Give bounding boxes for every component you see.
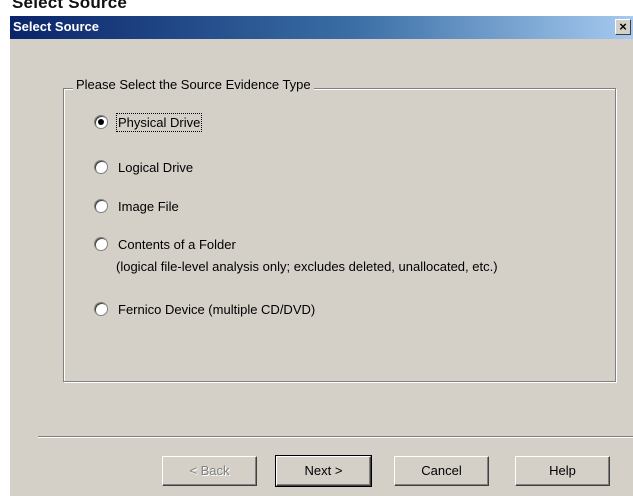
cancel-button[interactable]: Cancel: [394, 456, 489, 486]
radio-unselected-icon[interactable]: [94, 199, 108, 213]
groupbox-legend: Please Select the Source Evidence Type: [73, 77, 314, 92]
radio-image-file[interactable]: Image File: [94, 197, 179, 215]
radio-unselected-icon[interactable]: [94, 302, 108, 316]
help-button[interactable]: Help: [515, 456, 610, 486]
folder-option-note: (logical file-level analysis only; exclu…: [116, 259, 498, 274]
radio-contents-of-folder[interactable]: Contents of a Folder: [94, 235, 236, 253]
button-separator: [38, 436, 633, 438]
radio-label-image-file[interactable]: Image File: [118, 199, 179, 214]
close-button[interactable]: ×: [615, 19, 631, 35]
radio-physical-drive[interactable]: Physical Drive: [94, 112, 203, 132]
page-caption: Select Source: [12, 0, 128, 12]
dialog-title: Select Source: [13, 19, 99, 34]
radio-label-logical-drive[interactable]: Logical Drive: [118, 160, 193, 175]
page-caption-strip: Select Source: [0, 0, 633, 16]
back-button[interactable]: < Back: [162, 456, 257, 486]
radio-selected-icon[interactable]: [94, 115, 108, 129]
select-source-dialog: Select Source × Please Select the Source…: [10, 16, 633, 496]
radio-label-physical-drive[interactable]: Physical Drive: [115, 112, 203, 132]
dialog-titlebar[interactable]: Select Source ×: [10, 16, 633, 39]
radio-unselected-icon[interactable]: [94, 237, 108, 251]
radio-fernico-device[interactable]: Fernico Device (multiple CD/DVD): [94, 300, 315, 318]
radio-unselected-icon[interactable]: [94, 160, 108, 174]
radio-logical-drive[interactable]: Logical Drive: [94, 158, 193, 176]
radio-label-fernico-device[interactable]: Fernico Device (multiple CD/DVD): [118, 302, 315, 317]
next-button[interactable]: Next >: [275, 455, 372, 487]
radio-label-contents-of-folder[interactable]: Contents of a Folder: [118, 237, 236, 252]
